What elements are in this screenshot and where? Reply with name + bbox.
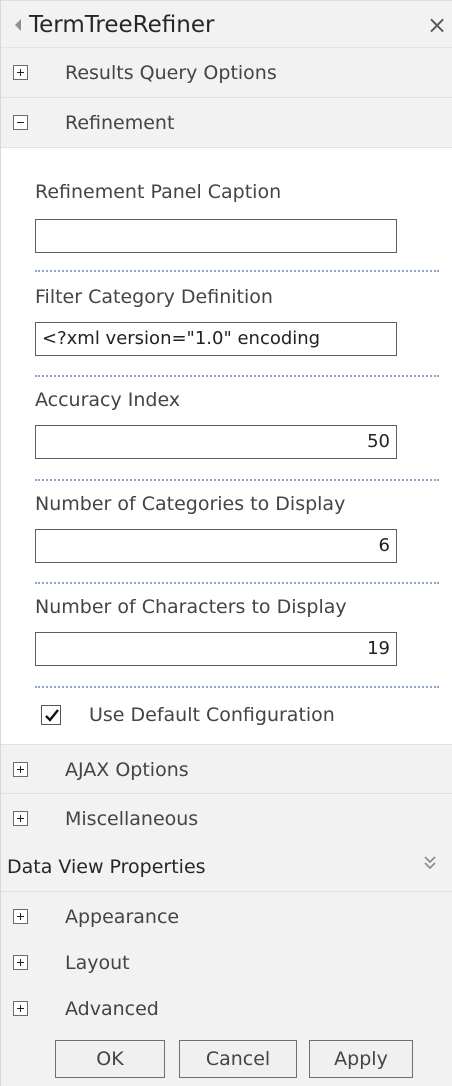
tool-pane: TermTreeRefiner × Results Query Options … [0, 0, 452, 1086]
plus-box-icon[interactable] [13, 811, 28, 826]
section-data-view-properties[interactable]: Data View Properties [1, 842, 452, 892]
checkmark-icon [45, 709, 59, 722]
section-layout[interactable]: Layout [1, 938, 452, 988]
divider [35, 479, 439, 481]
section-label: Advanced [65, 998, 159, 1020]
web-part-title: TermTreeRefiner [29, 12, 215, 38]
section-label: Appearance [65, 906, 180, 928]
accuracy-index-label: Accuracy Index [35, 389, 181, 411]
plus-box-icon[interactable] [13, 762, 28, 777]
cancel-button[interactable]: Cancel [179, 1040, 297, 1078]
section-label: Miscellaneous [65, 808, 199, 830]
double-chevron-down-icon[interactable] [423, 854, 437, 876]
plus-box-icon[interactable] [13, 909, 28, 924]
section-results-query-options[interactable]: Results Query Options [1, 48, 452, 98]
accuracy-index-input[interactable]: 50 [35, 425, 397, 459]
plus-box-icon[interactable] [13, 1001, 28, 1016]
tool-pane-header: TermTreeRefiner × [1, 0, 452, 48]
refinement-panel-caption-label: Refinement Panel Caption [35, 181, 282, 203]
section-miscellaneous[interactable]: Miscellaneous [1, 794, 452, 844]
number-of-categories-label: Number of Categories to Display [35, 493, 346, 515]
triangle-left-icon[interactable] [15, 19, 21, 31]
refinement-panel-caption-input[interactable] [35, 219, 397, 253]
use-default-configuration-label: Use Default Configuration [89, 704, 335, 726]
section-ajax-options[interactable]: AJAX Options [1, 744, 452, 794]
section-label: AJAX Options [65, 759, 189, 781]
filter-category-definition-label: Filter Category Definition [35, 286, 273, 308]
divider [35, 686, 439, 688]
section-advanced[interactable]: Advanced [1, 984, 452, 1034]
apply-button[interactable]: Apply [309, 1040, 413, 1078]
plus-box-icon[interactable] [13, 65, 28, 80]
filter-category-definition-input[interactable]: <?xml version="1.0" encoding [35, 322, 397, 356]
divider [35, 582, 439, 584]
section-appearance[interactable]: Appearance [1, 892, 452, 942]
section-refinement[interactable]: Refinement [1, 98, 452, 148]
button-bar: OK Cancel Apply [1, 1032, 452, 1086]
ok-button[interactable]: OK [55, 1040, 165, 1078]
number-of-categories-input[interactable]: 6 [35, 529, 397, 563]
divider [35, 270, 439, 272]
use-default-configuration-checkbox[interactable] [41, 705, 61, 725]
section-label: Results Query Options [65, 62, 277, 84]
section-label: Layout [65, 952, 130, 974]
plus-box-icon[interactable] [13, 955, 28, 970]
section-label: Data View Properties [7, 856, 206, 878]
close-icon[interactable]: × [425, 12, 449, 38]
number-of-characters-input[interactable]: 19 [35, 632, 397, 666]
number-of-characters-label: Number of Characters to Display [35, 596, 347, 618]
section-label: Refinement [65, 112, 175, 134]
divider [35, 375, 439, 377]
minus-box-icon[interactable] [13, 115, 28, 130]
